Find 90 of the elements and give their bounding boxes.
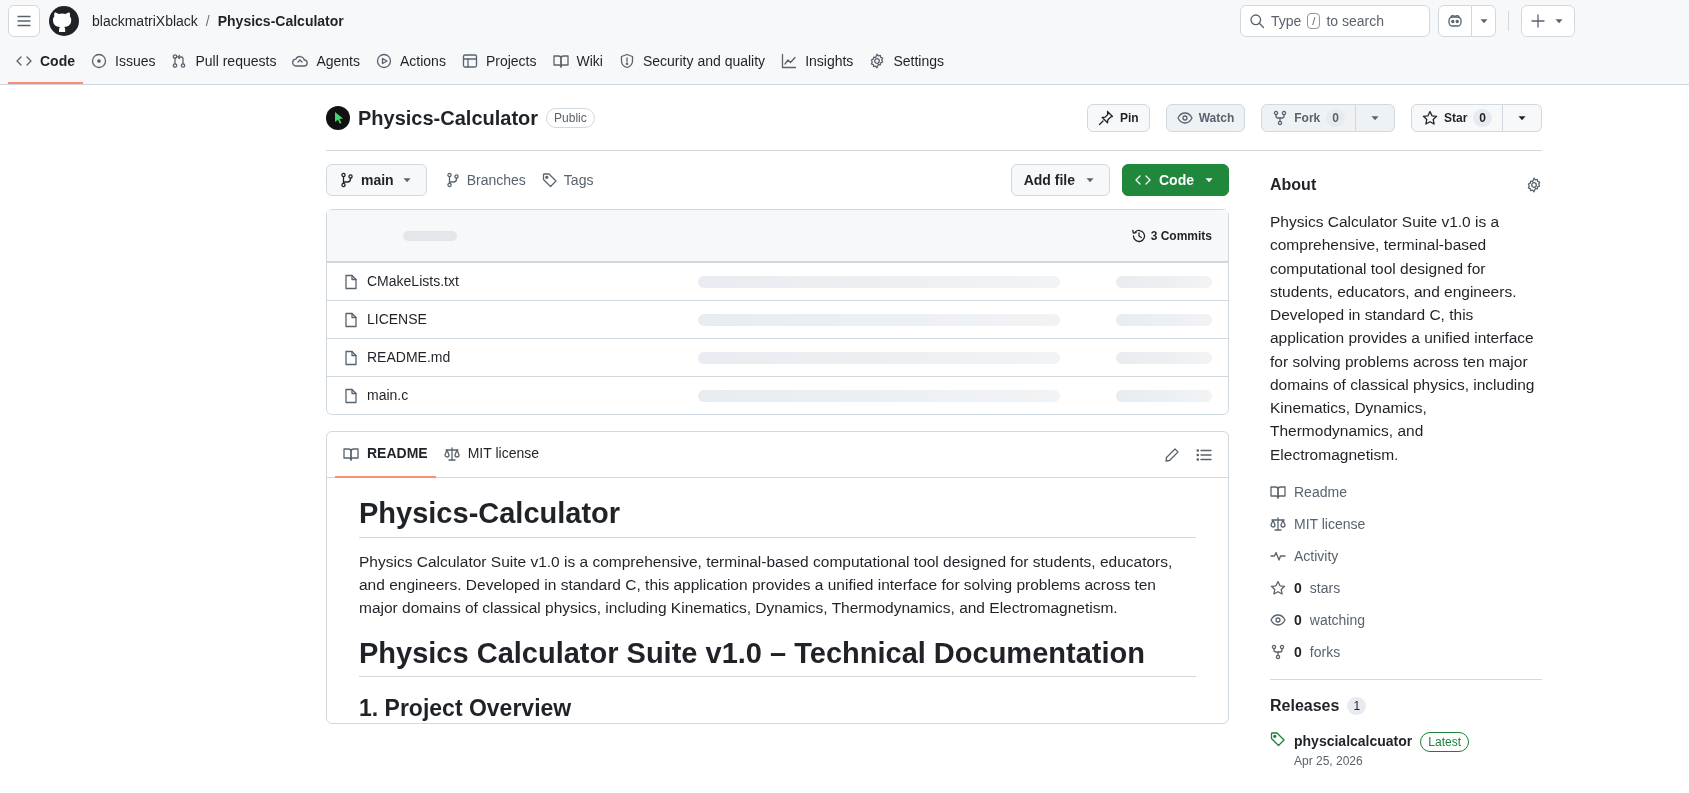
play-icon: [376, 53, 392, 69]
file-name-link[interactable]: README.md: [367, 347, 451, 368]
branch-icon: [339, 172, 355, 188]
branch-icon: [444, 172, 461, 188]
code-button[interactable]: Code: [1122, 164, 1229, 196]
shortcut-key: /: [1307, 13, 1321, 29]
star-icon: [1270, 580, 1286, 597]
copilot-button[interactable]: [1438, 5, 1472, 37]
file-name-link[interactable]: CMakeLists.txt: [367, 271, 459, 292]
breadcrumb-separator: /: [205, 11, 210, 31]
star-icon: [1421, 109, 1438, 126]
history-icon: [1130, 227, 1147, 244]
tag-icon: [1270, 731, 1286, 748]
eye-icon: [1270, 612, 1286, 629]
nav-tab[interactable]: Settings: [861, 40, 952, 84]
about-description: Physics Calculator Suite v1.0 is a comprehensive, terminal-based computational tool designed for students, educators, and engineers. Developed in standard C, this application provides a unified interface for solving problems across ten major domains of classical physics, including Kinematics, Dynamics, Thermodynamics, and Electromagnetism.: [1270, 212, 1536, 465]
about-link[interactable]: MIT license: [1270, 513, 1542, 535]
about-heading: About: [1270, 175, 1317, 195]
commits-link[interactable]: 3 Commits: [1130, 226, 1212, 245]
repo-link-button[interactable]: Branches: [440, 169, 530, 191]
counter-badge: 0: [1473, 108, 1492, 127]
file-icon: [343, 311, 359, 328]
gear-icon: [869, 53, 886, 69]
nav-tab[interactable]: Security and quality: [610, 40, 774, 84]
releases-heading: Releases: [1270, 695, 1340, 716]
about-link[interactable]: 0 watching: [1270, 609, 1542, 631]
counter-badge: 1: [1347, 696, 1367, 715]
menu-button[interactable]: [8, 5, 40, 37]
repo-action-button[interactable]: Star 0: [1410, 103, 1503, 132]
graph-icon: [781, 53, 798, 69]
counter-badge: 0: [1326, 108, 1345, 127]
fork-icon: [1272, 109, 1289, 126]
nav-tab[interactable]: Code: [8, 40, 83, 84]
file-name-link[interactable]: LICENSE: [367, 309, 427, 330]
repo-link[interactable]: Physics-Calculator: [217, 10, 344, 32]
file-icon: [343, 273, 359, 290]
readme-paragraph: Physics Calculator Suite v1.0 is a comprehensive, terminal-based computational tool designed for students, educators, and engineers. Developed in standard C, this application provides a unified interface for solving problems across ten major domains of classical physics, including Kinematics, Dynamics, Thermodynamics, and Electromagnetism.: [359, 551, 1174, 619]
book-icon: [1270, 484, 1286, 501]
file-icon: [343, 387, 359, 404]
tag-icon: [541, 172, 558, 188]
avatar-icon: [326, 105, 350, 130]
readme-heading: Physics-Calculator: [359, 496, 1196, 538]
add-file-button[interactable]: Add file: [1010, 164, 1110, 196]
nav-tab[interactable]: Projects: [453, 40, 545, 84]
nav-tab[interactable]: Pull requests: [163, 40, 285, 84]
book-icon: [343, 445, 359, 462]
scale-icon: [443, 445, 460, 462]
list-icon: [1196, 446, 1212, 463]
about-link[interactable]: 0 stars: [1270, 577, 1542, 599]
release-link[interactable]: physcialcalcuator: [1294, 731, 1413, 753]
fork-icon: [1270, 644, 1286, 661]
scale-icon: [1270, 516, 1286, 533]
readme-tab[interactable]: MIT license: [435, 431, 547, 478]
menu-icon: [16, 13, 32, 29]
pencil-icon: [1164, 446, 1180, 463]
repo-link-button[interactable]: Tags: [537, 169, 598, 191]
file-icon: [343, 349, 359, 366]
repo-action-button[interactable]: Pin: [1087, 103, 1150, 132]
nav-tab[interactable]: Actions: [368, 40, 454, 84]
cloud-icon: [292, 53, 309, 69]
repo-title: Physics-Calculator: [358, 105, 539, 131]
readme-subheading: 1. Project Overview: [359, 695, 573, 723]
robot-icon: [1447, 13, 1463, 29]
gear-icon: [1526, 176, 1542, 193]
eye-icon: [1176, 109, 1193, 126]
search-field[interactable]: Type / to search: [1240, 5, 1430, 37]
nav-tab[interactable]: Issues: [83, 40, 164, 84]
book-icon: [552, 53, 569, 69]
settings-button[interactable]: [1526, 176, 1542, 193]
table-icon: [461, 53, 478, 69]
about-link[interactable]: Readme: [1270, 481, 1542, 503]
owner-link[interactable]: blackmatriXblack: [92, 10, 198, 32]
nav-tab[interactable]: Wiki: [544, 40, 611, 84]
readme-heading: Physics Calculator Suite v1.0 – Technical Documentation: [359, 635, 1196, 678]
branch-selector[interactable]: main: [326, 164, 427, 196]
about-link[interactable]: Activity: [1270, 545, 1542, 567]
nav-tab[interactable]: Agents: [284, 40, 368, 84]
readme-tab[interactable]: README: [335, 431, 436, 478]
nav-tab[interactable]: Insights: [773, 40, 862, 84]
file-name-link[interactable]: main.c: [367, 385, 409, 406]
octocat-logo-icon[interactable]: [48, 5, 80, 37]
circle-dot-icon: [91, 53, 107, 69]
release-date: Apr 25, 2026: [1294, 753, 1364, 771]
pin-icon: [1098, 109, 1115, 126]
pull-request-icon: [171, 53, 188, 69]
search-icon: [1249, 13, 1265, 29]
about-link[interactable]: 0 forks: [1270, 641, 1542, 663]
plus-icon: [1530, 13, 1546, 29]
create-new-button[interactable]: [1521, 5, 1575, 37]
shield-icon: [618, 53, 635, 69]
